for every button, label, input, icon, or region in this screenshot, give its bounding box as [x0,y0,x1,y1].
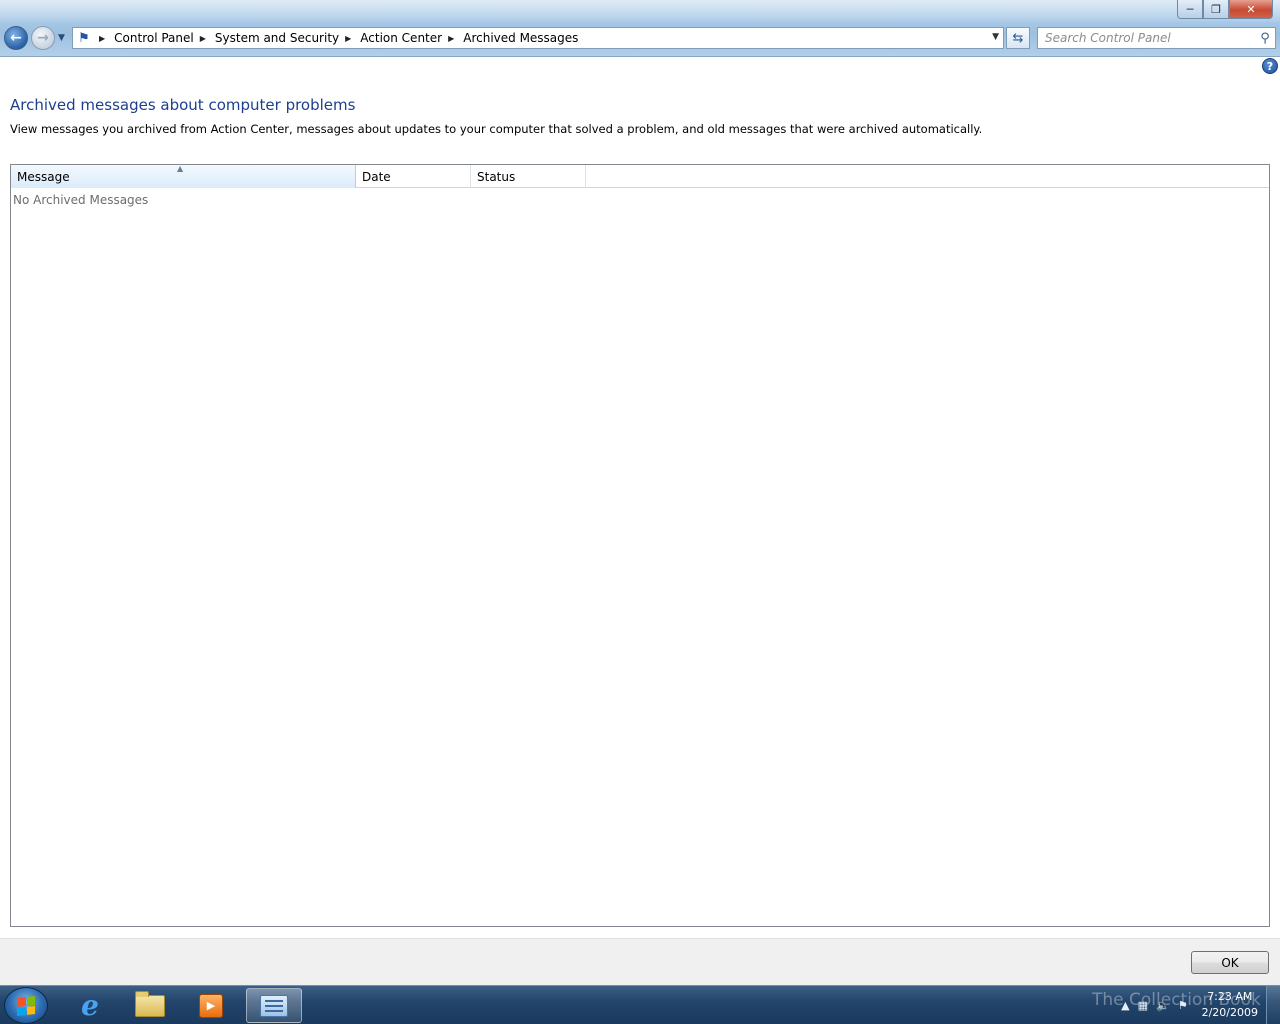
column-header-date[interactable]: Date [356,165,471,188]
close-button[interactable]: ✕ [1229,0,1273,19]
archived-messages-list[interactable]: ▲ Message Date Status No Archived Messag… [10,164,1270,927]
help-icon: ? [1266,59,1274,73]
internet-explorer-icon: e [81,989,99,1022]
dialog-footer: OK [0,938,1280,985]
taskbar: e ▶ The Collection Book ▲ ▦ 🔈 ⚑ 7:23 AM … [0,985,1280,1024]
forward-button[interactable]: → [31,26,55,50]
refresh-button[interactable]: ⇆ [1006,27,1030,49]
show-hidden-icons-icon[interactable]: ▲ [1121,999,1129,1012]
search-box: ⚲ [1037,27,1276,49]
breadcrumb: Control Panel ▶ System and Security ▶ Ac… [114,31,578,45]
control-panel-icon [260,994,288,1017]
clock-time: 7:23 AM [1207,990,1253,1003]
start-button[interactable] [4,987,48,1024]
breadcrumb-separator-icon[interactable]: ▶ [448,34,454,43]
taskbar-internet-explorer[interactable]: e [62,988,118,1023]
breadcrumb-system-and-security[interactable]: System and Security [215,31,339,45]
column-label-message: Message [17,169,70,184]
breadcrumb-archived-messages[interactable]: Archived Messages [463,31,578,45]
column-header-status[interactable]: Status [471,165,586,188]
action-center-flag-icon: ⚑ [78,30,90,46]
network-icon[interactable]: ▦ [1138,999,1148,1012]
ok-button[interactable]: OK [1191,951,1269,974]
taskbar-media-player[interactable]: ▶ [183,988,239,1023]
page-title: Archived messages about computer problem… [10,96,356,114]
search-icon[interactable]: ⚲ [1255,31,1275,46]
breadcrumb-separator-icon[interactable]: ▶ [99,34,105,43]
action-center-flag-icon[interactable]: ⚑ [1178,999,1188,1012]
refresh-icon: ⇆ [1012,30,1024,46]
breadcrumb-action-center[interactable]: Action Center [360,31,442,45]
list-header: ▲ Message Date Status [11,164,1269,188]
back-button[interactable]: ← [4,26,28,50]
address-bar[interactable]: ⚑ ▶ Control Panel ▶ System and Security … [72,27,1004,49]
column-label-date: Date [362,169,391,184]
help-button[interactable]: ? [1262,58,1278,74]
address-history-dropdown[interactable]: ▼ [992,32,999,42]
arrow-right-icon: → [37,30,49,46]
clock-date: 2/20/2009 [1201,1006,1258,1019]
minimize-button[interactable]: ─ [1177,0,1203,19]
taskbar-control-panel[interactable] [246,988,302,1023]
breadcrumb-control-panel[interactable]: Control Panel [114,31,194,45]
empty-list-message: No Archived Messages [13,193,149,207]
clock[interactable]: 7:23 AM 2/20/2009 [1202,989,1258,1021]
media-player-icon: ▶ [199,993,223,1018]
taskbar-windows-explorer[interactable] [122,988,178,1023]
volume-muted-icon[interactable]: 🔈 [1156,999,1170,1012]
windows-logo-icon [17,995,35,1016]
show-desktop-button[interactable] [1266,986,1280,1024]
column-header-message[interactable]: ▲ Message [11,164,356,188]
recent-pages-dropdown[interactable]: ▼ [58,33,65,43]
breadcrumb-separator-icon[interactable]: ▶ [345,34,351,43]
search-input[interactable] [1038,28,1255,48]
breadcrumb-separator-icon[interactable]: ▶ [200,34,206,43]
arrow-left-icon: ← [10,30,22,46]
sort-ascending-icon: ▲ [177,164,184,173]
page-description: View messages you archived from Action C… [10,122,983,136]
folder-icon [135,990,165,1017]
maximize-button[interactable]: ❐ [1203,0,1229,19]
window-controls: ─ ❐ ✕ [1177,0,1273,20]
notification-area: ▲ ▦ 🔈 ⚑ 7:23 AM 2/20/2009 [1121,986,1258,1024]
column-label-status: Status [477,169,516,184]
